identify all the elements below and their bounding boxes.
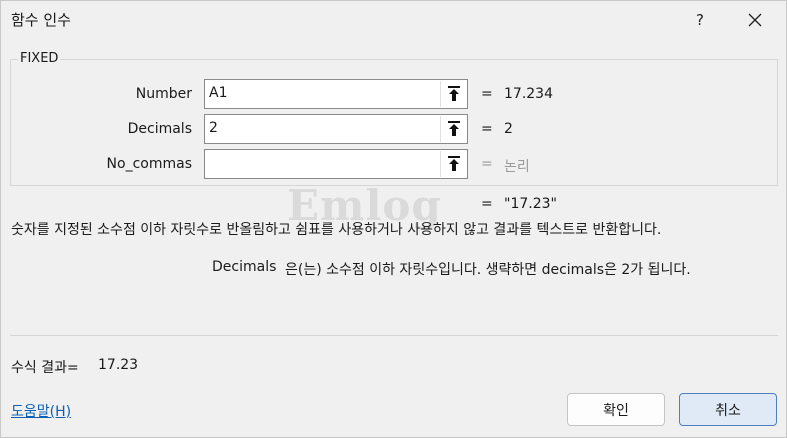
arg-description-text: 은(는) 소수점 이하 자릿수입니다. 생략하면 decimals은 2가 됩니… [285, 262, 691, 278]
close-icon [748, 13, 762, 27]
collapse-dialog-button[interactable] [440, 81, 466, 107]
arg-label-no-commas: No_commas [106, 156, 192, 172]
close-button[interactable] [732, 5, 778, 35]
formula-result-value: 17.23 [98, 357, 139, 373]
formula-result-label: 수식 결과= [11, 360, 79, 376]
help-button[interactable]: ? [677, 5, 723, 35]
equals-sign: = [481, 86, 493, 102]
equals-sign: = [481, 121, 493, 137]
collapse-dialog-button[interactable] [440, 116, 466, 142]
upload-arrow-icon [447, 156, 460, 171]
help-link[interactable]: 도움말(H) [11, 401, 71, 421]
decimals-input-value: 2 [209, 120, 218, 136]
cancel-button[interactable]: 취소 [679, 393, 777, 426]
arg-result-number: 17.234 [504, 86, 553, 102]
arg-label-decimals: Decimals [127, 121, 192, 137]
function-arguments-dialog: 함수 인수 ? FIXED Number A1 = 17.234 Decimal… [0, 0, 787, 438]
equals-sign: = [481, 196, 493, 212]
dialog-title: 함수 인수 [11, 11, 71, 29]
upload-arrow-icon [447, 121, 460, 136]
arg-result-decimals: 2 [504, 121, 513, 137]
title-bar: 함수 인수 ? [1, 1, 786, 39]
arg-label-number: Number [135, 86, 192, 102]
function-result: "17.23" [504, 196, 557, 212]
no-commas-input[interactable] [204, 149, 468, 179]
function-description: 숫자를 지정된 소수점 이하 자릿수로 반올림하고 쉼표를 사용하거나 사용하지… [11, 222, 662, 238]
upload-arrow-icon [447, 86, 460, 101]
number-input[interactable]: A1 [204, 79, 468, 109]
equals-sign: = [481, 156, 493, 172]
decimals-input[interactable]: 2 [204, 114, 468, 144]
divider [10, 335, 778, 336]
collapse-dialog-button[interactable] [440, 151, 466, 177]
function-name: FIXED [18, 51, 61, 66]
number-input-value: A1 [209, 85, 228, 101]
arg-description-name: Decimals [212, 259, 277, 275]
arg-result-no-commas: 논리 [504, 159, 530, 175]
ok-button[interactable]: 확인 [567, 393, 665, 426]
